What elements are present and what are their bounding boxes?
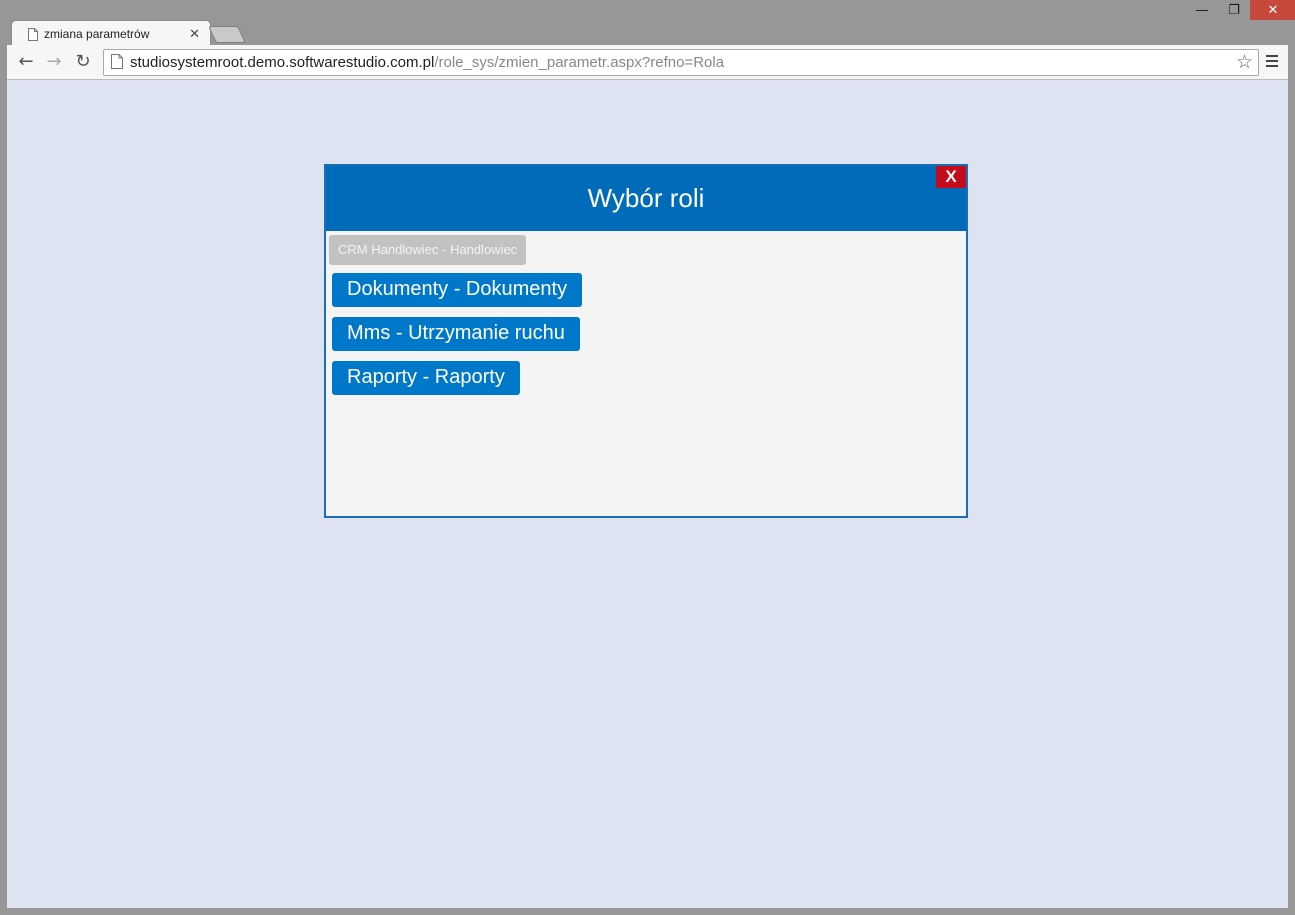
- browser-tab[interactable]: zmiana parametrów ✕: [11, 20, 211, 47]
- role-button-dokumenty[interactable]: Dokumenty - Dokumenty: [332, 273, 583, 307]
- minimize-button[interactable]: —: [1186, 0, 1218, 20]
- page-viewport: Wybór roli X CRM Handlowiec - Handlowiec…: [7, 80, 1288, 908]
- role-selection-dialog: Wybór roli X CRM Handlowiec - Handlowiec…: [324, 164, 968, 518]
- hamburger-menu-icon[interactable]: [1266, 55, 1278, 70]
- page-icon: [111, 54, 123, 69]
- address-bar[interactable]: studiosystemroot.demo.softwarestudio.com…: [103, 49, 1259, 76]
- role-button-mms[interactable]: Mms - Utrzymanie ruchu: [332, 317, 580, 351]
- url-path: /role_sys/zmien_parametr.aspx?refno=Rola: [434, 54, 725, 71]
- dialog-header: Wybór roli X: [326, 166, 966, 231]
- dialog-close-button[interactable]: X: [936, 166, 966, 188]
- url-text: studiosystemroot.demo.softwarestudio.com…: [130, 54, 724, 71]
- back-icon[interactable]: ←: [15, 52, 37, 72]
- role-button-raporty[interactable]: Raporty - Raporty: [332, 361, 520, 395]
- reload-icon[interactable]: ↻: [72, 52, 94, 72]
- maximize-button[interactable]: ❐: [1218, 0, 1250, 20]
- window-controls: — ❐ ✕: [1186, 0, 1295, 20]
- bookmark-star-icon[interactable]: ☆: [1236, 51, 1253, 73]
- role-button-disabled: CRM Handlowiec - Handlowiec: [329, 235, 527, 265]
- forward-icon[interactable]: →: [43, 52, 65, 72]
- tab-title: zmiana parametrów: [44, 27, 150, 41]
- browser-window: — ❐ ✕ zmiana parametrów ✕ ← → ↻ studiosy…: [0, 0, 1295, 915]
- tab-close-icon[interactable]: ✕: [189, 27, 200, 42]
- dialog-title: Wybór roli: [587, 183, 705, 213]
- browser-toolbar: ← → ↻ studiosystemroot.demo.softwarestud…: [7, 45, 1288, 80]
- new-tab-button[interactable]: [208, 26, 246, 43]
- page-icon: [28, 27, 38, 41]
- url-host: studiosystemroot.demo.softwarestudio.com…: [130, 54, 435, 71]
- window-close-button[interactable]: ✕: [1250, 0, 1295, 20]
